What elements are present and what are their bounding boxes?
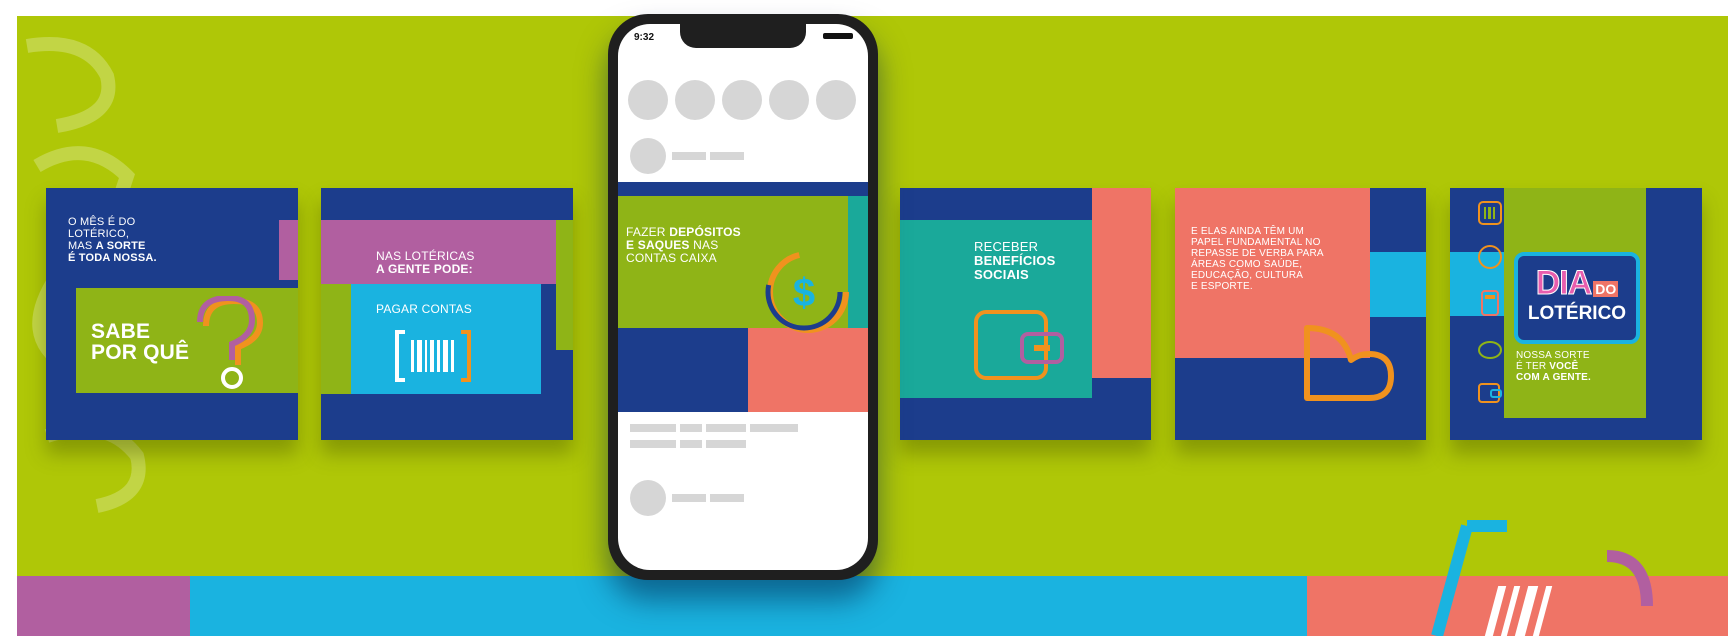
barcode-icon (395, 330, 471, 382)
caption-placeholder (630, 424, 676, 432)
bottom-strip-cyan (190, 576, 1307, 636)
caption-placeholder (630, 440, 676, 448)
story-avatar[interactable] (722, 80, 762, 120)
wallet-icon (974, 310, 1064, 380)
post-card-3: RECEBER BENEFÍCIOS SOCIAIS (900, 188, 1151, 440)
post-username-placeholder (672, 494, 706, 502)
post-card-2: NAS LOTÉRICAS A GENTE PODE: PAGAR CONTAS (321, 188, 573, 440)
caption-placeholder (706, 440, 746, 448)
post-avatar[interactable] (630, 480, 666, 516)
post-username-placeholder (710, 494, 744, 502)
post2-text: NAS LOTÉRICAS A GENTE PODE: (376, 249, 475, 276)
caption-placeholder (750, 424, 798, 432)
story-avatar[interactable] (816, 80, 856, 120)
bottom-strip-pink (17, 576, 190, 636)
barcode-icon (1478, 201, 1502, 225)
dollar-coin-icon: $ (765, 251, 849, 333)
post2-subtext: PAGAR CONTAS (376, 302, 472, 316)
post3-text: RECEBER BENEFÍCIOS SOCIAIS (974, 239, 1056, 282)
phone-notch (680, 24, 806, 48)
post5-text: NOSSA SORTE É TER VOCÊ COM A GENTE. (1516, 350, 1591, 383)
status-icons (823, 33, 853, 39)
phone-post-image: FAZER DEPÓSITOS E SAQUES NAS CONTAS CAIX… (618, 182, 868, 412)
heart-icon (1304, 325, 1394, 401)
dollar-coin-icon: $ (1478, 245, 1502, 269)
svg-text:$: $ (793, 271, 815, 315)
post1-headline: SABE POR QUÊ (91, 320, 190, 364)
caption-placeholder (706, 424, 746, 432)
caption-placeholder (680, 424, 702, 432)
story-avatar[interactable] (675, 80, 715, 120)
story-avatar[interactable] (628, 80, 668, 120)
post-username-placeholder (672, 152, 706, 160)
post-card-4: E ELAS AINDA TÊM UM PAPEL FUNDAMENTAL NO… (1175, 188, 1426, 440)
post4-text: E ELAS AINDA TÊM UM PAPEL FUNDAMENTAL NO… (1191, 226, 1324, 292)
post1-text: O MÊS É DO LOTÉRICO, MAS A SORTE É TODA … (68, 216, 157, 264)
post-card-1: O MÊS É DO LOTÉRICO, MAS A SORTE É TODA … (46, 188, 298, 440)
post-avatar[interactable] (630, 138, 666, 174)
story-avatar[interactable] (769, 80, 809, 120)
wallet-icon (1478, 383, 1502, 403)
caption-placeholder (680, 440, 702, 448)
phone-post-text: FAZER DEPÓSITOS E SAQUES NAS CONTAS CAIX… (626, 225, 741, 265)
phone-screen: 9:32 FAZER DEPÓSITOS E SAQUES NAS CONTAS… (618, 24, 868, 570)
barcode-decoration (1431, 520, 1653, 636)
svg-text:$: $ (1486, 250, 1494, 265)
phone-mockup: 9:32 FAZER DEPÓSITOS E SAQUES NAS CONTAS… (608, 14, 878, 580)
post-username-placeholder (710, 152, 744, 160)
status-time: 9:32 (634, 32, 655, 43)
calculator-icon (1481, 290, 1499, 316)
question-mark-icon (197, 296, 264, 389)
piggy-bank-icon (1478, 341, 1502, 359)
logo-badge: DIA DO LOTÉRICO (1514, 252, 1640, 344)
